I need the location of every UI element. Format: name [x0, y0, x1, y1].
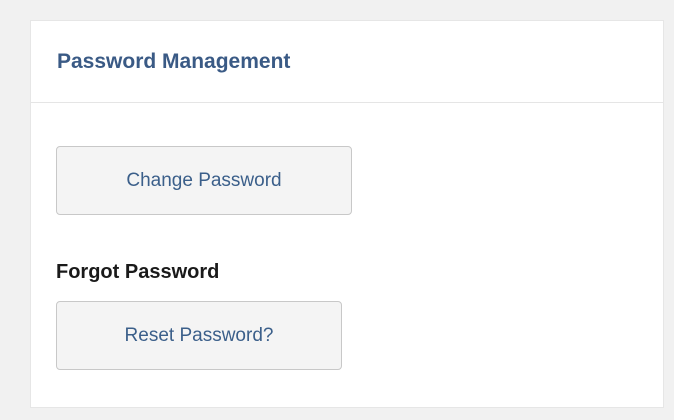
- panel-header: Password Management: [31, 21, 663, 103]
- password-management-panel: Password Management Change Password Forg…: [30, 20, 664, 408]
- panel-body: Change Password Forgot Password Reset Pa…: [31, 103, 663, 370]
- panel-title: Password Management: [57, 49, 291, 73]
- forgot-password-heading: Forgot Password: [56, 261, 220, 283]
- page: Password Management Change Password Forg…: [0, 0, 674, 420]
- reset-password-button[interactable]: Reset Password?: [56, 301, 342, 370]
- change-password-button[interactable]: Change Password: [56, 146, 352, 215]
